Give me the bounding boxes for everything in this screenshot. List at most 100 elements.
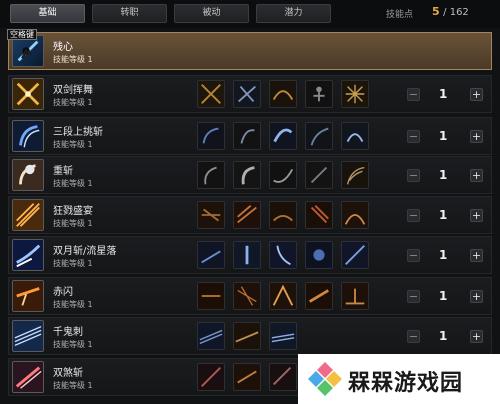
skill-value: 1 (439, 168, 448, 182)
variant-icon[interactable] (197, 161, 225, 189)
watermark-text: 槑槑游戏园 (348, 371, 464, 396)
increase-button[interactable]: + (470, 169, 483, 182)
variant-icon[interactable] (269, 161, 297, 189)
skill-name: 千鬼刺 (53, 327, 83, 338)
skill-row-1[interactable]: 双剑挥舞 技能等级 1 − 1 + (8, 75, 492, 113)
variant-icon[interactable] (233, 122, 261, 150)
increase-button[interactable]: + (470, 249, 483, 262)
variant-icon[interactable] (233, 363, 261, 391)
variant-icon[interactable] (269, 241, 297, 269)
decrease-button[interactable]: − (407, 130, 420, 143)
tab-advancement[interactable]: 转职 (92, 4, 167, 23)
variant-icon[interactable] (341, 241, 369, 269)
variant-icon[interactable] (305, 241, 333, 269)
decrease-button[interactable]: − (407, 209, 420, 222)
tab-potential[interactable]: 潜力 (256, 4, 331, 23)
skill-row-5[interactable]: 双月斩/流星落 技能等级 1 − 1 + (8, 236, 492, 274)
increase-button[interactable]: + (470, 209, 483, 222)
decrease-button[interactable]: − (407, 330, 420, 343)
variant-icon[interactable] (305, 122, 333, 150)
decrease-button[interactable]: − (407, 88, 420, 101)
skill-points-value: 5 / 162 (432, 5, 469, 18)
skill-value: 1 (439, 289, 448, 303)
skill-name: 残心 (53, 42, 73, 53)
variant-icon[interactable] (269, 363, 297, 391)
variant-icon[interactable] (341, 122, 369, 150)
variant-icon[interactable] (233, 282, 261, 310)
hotkey-badge: 空格键 (7, 29, 37, 40)
skill-level: 技能等级 1 (53, 300, 93, 309)
skill-row-6[interactable]: 赤闪 技能等级 1 − 1 + (8, 277, 492, 315)
skill-name: 狂戮盛宴 (53, 206, 93, 217)
decrease-button[interactable]: − (407, 249, 420, 262)
variant-icon[interactable] (233, 80, 261, 108)
skill-level: 技能等级 1 (53, 55, 93, 64)
skill-name: 赤闪 (53, 287, 73, 298)
increase-button[interactable]: + (470, 130, 483, 143)
tab-passive[interactable]: 被动 (174, 4, 249, 23)
variant-icon[interactable] (269, 80, 297, 108)
variant-icon[interactable] (233, 161, 261, 189)
skill-points-current: 5 (432, 5, 440, 18)
variant-icon[interactable] (197, 201, 225, 229)
skill-name: 双煞斩 (53, 368, 83, 379)
heavy-slash-icon (12, 159, 44, 191)
skill-level: 技能等级 1 (53, 259, 93, 268)
top-bar: 基础 转职 被动 潜力 技能点 5 / 162 (0, 0, 500, 28)
variant-icon[interactable] (197, 282, 225, 310)
skill-value: 1 (439, 248, 448, 262)
tab-basic[interactable]: 基础 (10, 4, 85, 23)
variant-icon[interactable] (233, 201, 261, 229)
crimson-flash-icon (12, 280, 44, 312)
watermark: 槑槑游戏园 (298, 354, 500, 404)
skill-value: 1 (439, 329, 448, 343)
crossed-swords-icon (12, 78, 44, 110)
variant-icon[interactable] (269, 282, 297, 310)
skill-row-7[interactable]: 千鬼刺 技能等级 1 − 1 + (8, 317, 492, 355)
skill-level: 技能等级 1 (53, 219, 93, 228)
variant-icon[interactable] (305, 161, 333, 189)
variant-icon[interactable] (269, 322, 297, 350)
variant-icon[interactable] (305, 201, 333, 229)
variant-icon[interactable] (341, 201, 369, 229)
double-fiend-slash-icon (12, 361, 44, 393)
triple-upslash-icon (12, 120, 44, 152)
variant-icon[interactable] (341, 80, 369, 108)
frenzy-feast-icon (12, 199, 44, 231)
skill-level: 技能等级 1 (53, 381, 93, 390)
variant-icon[interactable] (305, 80, 333, 108)
decrease-button[interactable]: − (407, 169, 420, 182)
skill-level: 技能等级 1 (53, 179, 93, 188)
decrease-button[interactable]: − (407, 290, 420, 303)
skill-level: 技能等级 1 (53, 98, 93, 107)
skill-row-4[interactable]: 狂戮盛宴 技能等级 1 − 1 + (8, 196, 492, 234)
variant-icon[interactable] (233, 241, 261, 269)
skill-name: 双月斩/流星落 (53, 246, 117, 257)
increase-button[interactable]: + (470, 88, 483, 101)
watermark-logo-icon (308, 362, 342, 396)
variant-icon[interactable] (197, 122, 225, 150)
variant-icon[interactable] (341, 282, 369, 310)
twin-moon-slash-icon (12, 239, 44, 271)
variant-icon[interactable] (341, 161, 369, 189)
skill-row-2[interactable]: 三段上挑斩 技能等级 1 − 1 + (8, 117, 492, 155)
variant-icon[interactable] (305, 282, 333, 310)
skill-value: 1 (439, 87, 448, 101)
skill-level: 技能等级 1 (53, 340, 93, 349)
skill-level: 技能等级 1 (53, 140, 93, 149)
variant-icon[interactable] (233, 322, 261, 350)
variant-icon[interactable] (197, 241, 225, 269)
variant-icon[interactable] (197, 322, 225, 350)
variant-icon[interactable] (269, 201, 297, 229)
skill-name: 三段上挑斩 (53, 127, 103, 138)
variant-icon[interactable] (197, 363, 225, 391)
increase-button[interactable]: + (470, 330, 483, 343)
skill-name: 重斩 (53, 166, 73, 177)
variant-icon[interactable] (197, 80, 225, 108)
skill-row-0[interactable]: 空格键 残心 技能等级 1 (7, 29, 492, 70)
variant-icon[interactable] (269, 122, 297, 150)
skill-value: 1 (439, 129, 448, 143)
skill-name: 双剑挥舞 (53, 85, 93, 96)
increase-button[interactable]: + (470, 290, 483, 303)
skill-row-3[interactable]: 重斩 技能等级 1 − 1 + (8, 156, 492, 194)
